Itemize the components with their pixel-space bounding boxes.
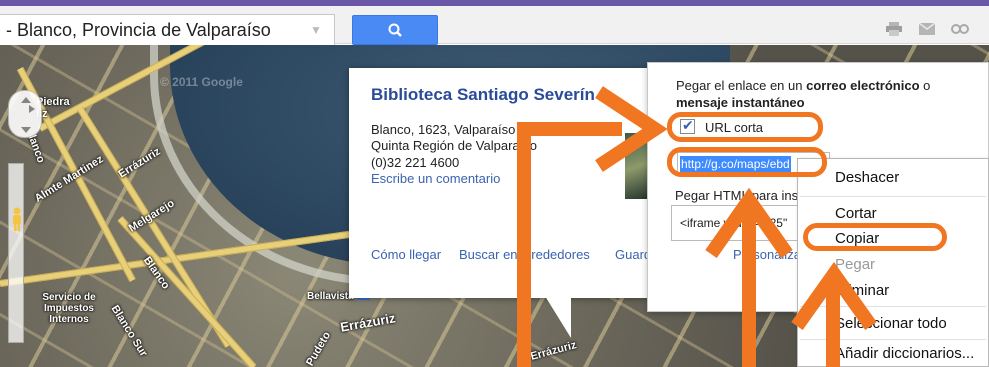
zoom-control[interactable] bbox=[8, 163, 24, 343]
pan-control[interactable] bbox=[8, 90, 42, 138]
context-menu-undo[interactable]: Deshacer bbox=[835, 169, 899, 186]
place-phone: (0)32 221 4600 bbox=[371, 155, 460, 170]
arrow-head-icon bbox=[791, 262, 877, 331]
map-label-blanco-sur: Blanco Sur bbox=[108, 303, 150, 359]
print-icon[interactable] bbox=[878, 14, 910, 44]
annotation-arrow bbox=[517, 122, 531, 367]
arrow-head-icon bbox=[595, 86, 667, 172]
save-link[interactable]: Guardar en bbox=[615, 247, 647, 262]
search-input[interactable]: - Blanco, Provincia de Valparaíso bbox=[0, 14, 335, 47]
map-watermark: © 2011 Google bbox=[160, 75, 243, 89]
map-label-errazuriz-bottom: Errázuriz bbox=[339, 310, 397, 335]
map-label-bellavista: Bellavista bbox=[307, 291, 354, 302]
share-heading: Pegar el enlace en un correo electrónico… bbox=[676, 77, 976, 111]
highlight-short-url bbox=[667, 147, 827, 177]
place-address-line2: Quinta Región de Valparaíso bbox=[371, 138, 537, 153]
map-label-errazuriz-top: Errázuriz bbox=[116, 145, 163, 181]
maps-toolbar: - Blanco, Provincia de Valparaíso ▼ bbox=[0, 6, 989, 47]
search-button[interactable] bbox=[352, 15, 438, 45]
directions-link[interactable]: Cómo llegar bbox=[371, 247, 441, 262]
arrow-head-icon bbox=[705, 188, 793, 259]
highlight-url-corta bbox=[667, 112, 823, 142]
context-menu-separator bbox=[800, 196, 986, 197]
write-comment-link[interactable]: Escribe un comentario bbox=[371, 171, 500, 186]
link-icon[interactable] bbox=[944, 14, 976, 44]
highlight-copiar bbox=[803, 223, 947, 251]
context-menu-add-dictionaries[interactable]: Añadir diccionarios... bbox=[835, 345, 974, 362]
share-heading-email: correo electrónico bbox=[806, 78, 920, 93]
share-heading-im: mensaje instantáneo bbox=[676, 95, 805, 110]
search-input-value: - Blanco, Provincia de Valparaíso bbox=[6, 20, 271, 40]
pegman-icon[interactable] bbox=[10, 207, 24, 231]
context-menu-cut[interactable]: Cortar bbox=[835, 205, 877, 222]
map-label-errazuriz-right: Errázuriz bbox=[529, 339, 578, 363]
map-label-pudeto: Pudeto bbox=[304, 329, 334, 367]
mail-icon[interactable] bbox=[911, 14, 943, 44]
search-icon bbox=[388, 23, 402, 37]
map-label-servicio: Servicio de Impuestos Internos bbox=[42, 292, 96, 325]
place-address-line1: Blanco, 1623, Valparaíso bbox=[371, 122, 516, 137]
share-heading-mid: o bbox=[919, 78, 931, 93]
info-window-tail bbox=[545, 296, 571, 338]
place-title[interactable]: Biblioteca Santiago Severín bbox=[371, 85, 595, 105]
share-heading-prefix: Pegar el enlace en un bbox=[676, 78, 807, 93]
chevron-down-icon[interactable]: ▼ bbox=[306, 18, 326, 42]
